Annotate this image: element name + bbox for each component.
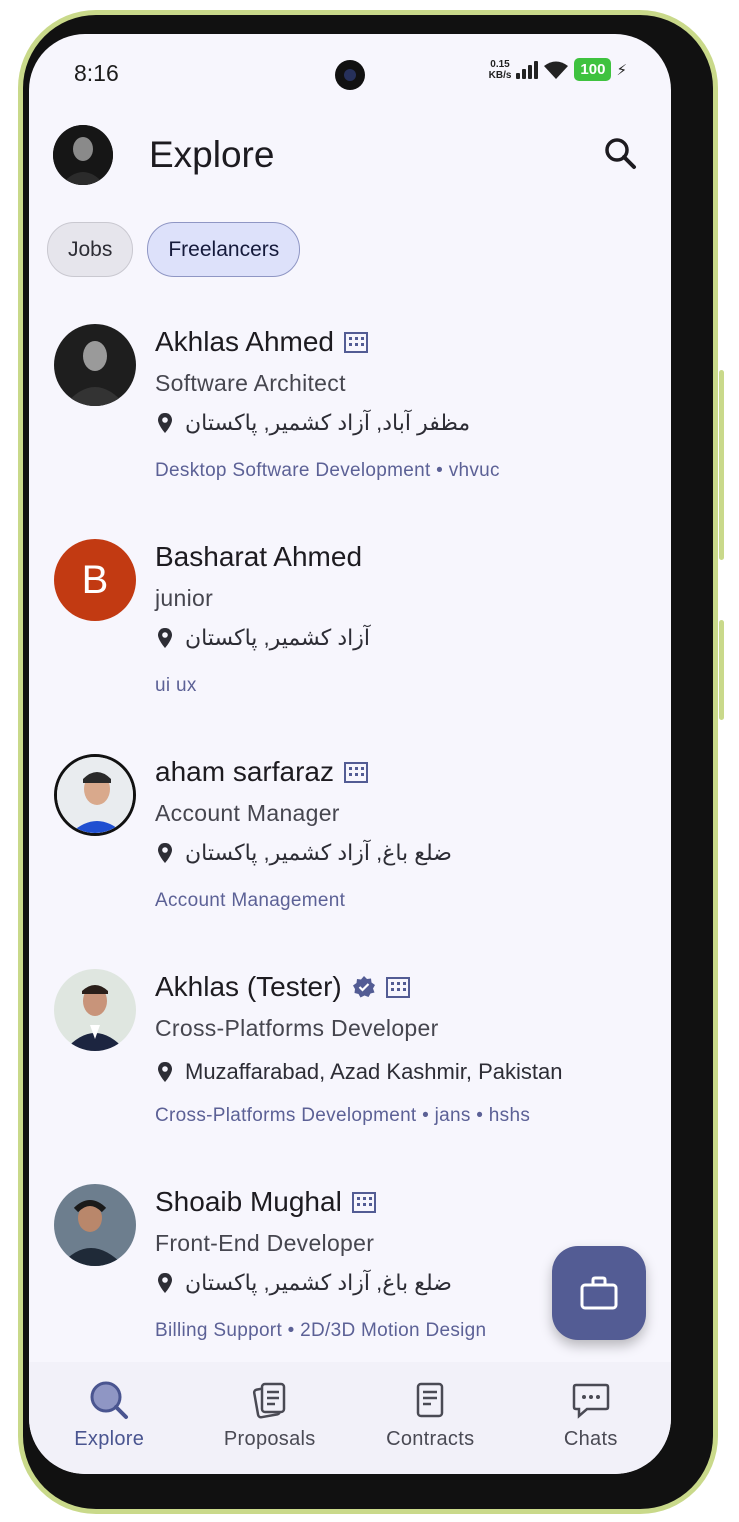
freelancer-name: Shoaib Mughal bbox=[155, 1186, 342, 1217]
list-item[interactable]: aham sarfaraz Account Manager ضلع باغ, آ… bbox=[29, 744, 671, 959]
verified-badge-icon bbox=[352, 976, 375, 998]
freelancer-skills: ui ux bbox=[155, 675, 197, 696]
net-speed-unit: KB/s bbox=[488, 69, 512, 81]
front-camera bbox=[335, 60, 365, 90]
nav-explore[interactable]: Explore bbox=[29, 1362, 190, 1474]
freelancer-skills: Billing Support • 2D/3D Motion Design bbox=[155, 1320, 487, 1341]
avatar: B bbox=[54, 539, 136, 621]
briefcase-icon bbox=[580, 1276, 618, 1310]
freelancer-location: آزاد کشمیر, پاکستان bbox=[185, 625, 371, 650]
name-row: Akhlas (Tester) bbox=[155, 971, 410, 1003]
search-button[interactable] bbox=[601, 134, 641, 174]
building-icon bbox=[351, 1192, 376, 1213]
nav-contracts[interactable]: Contracts bbox=[350, 1362, 511, 1474]
post-job-fab[interactable] bbox=[552, 1246, 646, 1340]
location-pin-icon bbox=[158, 843, 172, 863]
person-photo-icon bbox=[54, 969, 136, 1051]
chip-freelancers[interactable]: Freelancers bbox=[147, 222, 301, 277]
location-row: Muzaffarabad, Azad Kashmir, Pakistan bbox=[157, 1059, 562, 1085]
freelancer-name: Basharat Ahmed bbox=[155, 541, 363, 572]
freelancer-location: مظفر آباد, آزاد کشمیر, پاکستان bbox=[185, 410, 471, 435]
name-row: aham sarfaraz bbox=[155, 756, 368, 788]
freelancer-location: Muzaffarabad, Azad Kashmir, Pakistan bbox=[185, 1059, 563, 1084]
page-title: Explore bbox=[149, 134, 275, 175]
freelancer-location: ضلع باغ, آزاد کشمیر, پاکستان bbox=[185, 840, 452, 865]
nav-contracts-label: Contracts bbox=[386, 1428, 475, 1450]
freelancer-name: Akhlas (Tester) bbox=[155, 971, 342, 1002]
signal-icon bbox=[516, 60, 539, 79]
chip-jobs[interactable]: Jobs bbox=[47, 222, 134, 277]
freelancer-location: ضلع باغ, آزاد کشمیر, پاکستان bbox=[185, 1270, 452, 1295]
avatar bbox=[54, 1184, 136, 1266]
search-icon bbox=[605, 138, 636, 169]
freelancer-role: Software Architect bbox=[155, 370, 346, 396]
avatar bbox=[54, 754, 136, 836]
building-icon bbox=[343, 762, 368, 783]
person-photo-icon bbox=[54, 324, 136, 406]
name-row: Basharat Ahmed bbox=[155, 541, 362, 573]
freelancer-name: aham sarfaraz bbox=[155, 756, 334, 787]
profile-avatar[interactable] bbox=[53, 125, 113, 185]
list-item[interactable]: Akhlas (Tester) Cross-Platforms Develope… bbox=[29, 959, 671, 1174]
freelancer-skills: Account Management bbox=[155, 890, 346, 911]
location-pin-icon bbox=[158, 1273, 172, 1293]
name-row: Akhlas Ahmed bbox=[155, 326, 368, 358]
proposals-icon bbox=[252, 1382, 285, 1419]
profile-photo-icon bbox=[53, 125, 113, 185]
freelancer-list: Akhlas Ahmed Software Architect مظفر آبا… bbox=[29, 314, 671, 1389]
nav-chats-label: Chats bbox=[563, 1428, 618, 1450]
app-screen: 8:16 0.15 KB/s 100 ⚡ Explore Jobs Freela… bbox=[29, 34, 671, 1474]
contracts-icon bbox=[417, 1382, 444, 1418]
charging-icon: ⚡ bbox=[616, 61, 627, 79]
net-speed: 0.15 KB/s bbox=[489, 59, 512, 81]
freelancer-skills: Desktop Software Development • vhvuc bbox=[155, 460, 500, 481]
power-button bbox=[719, 620, 724, 720]
freelancer-role: Front-End Developer bbox=[155, 1230, 375, 1256]
building-icon bbox=[385, 977, 410, 998]
location-row: ضلع باغ, آزاد کشمیر, پاکستان bbox=[157, 1270, 452, 1296]
chat-bubble-icon bbox=[572, 1383, 609, 1419]
explore-search-icon bbox=[90, 1381, 129, 1419]
wifi-icon bbox=[544, 61, 569, 79]
list-item[interactable]: Akhlas Ahmed Software Architect مظفر آبا… bbox=[29, 314, 671, 529]
location-pin-icon bbox=[158, 413, 172, 433]
location-pin-icon bbox=[158, 628, 172, 648]
nav-proposals[interactable]: Proposals bbox=[190, 1362, 351, 1474]
nav-proposals-label: Proposals bbox=[223, 1428, 316, 1450]
freelancer-role: junior bbox=[155, 585, 214, 611]
location-pin-icon bbox=[158, 1062, 172, 1082]
status-icons: 0.15 KB/s 100 ⚡ bbox=[489, 58, 627, 81]
avatar bbox=[54, 969, 136, 1051]
freelancer-role: Account Manager bbox=[155, 800, 340, 826]
location-row: ضلع باغ, آزاد کشمیر, پاکستان bbox=[157, 840, 452, 866]
avatar bbox=[54, 324, 136, 406]
volume-button bbox=[719, 370, 724, 560]
person-photo-icon bbox=[54, 1184, 136, 1266]
status-time: 8:16 bbox=[74, 60, 119, 86]
location-row: مظفر آباد, آزاد کشمیر, پاکستان bbox=[157, 410, 470, 436]
freelancer-role: Cross-Platforms Developer bbox=[155, 1015, 439, 1041]
freelancer-name: Akhlas Ahmed bbox=[155, 326, 334, 357]
location-row: آزاد کشمیر, پاکستان bbox=[157, 625, 370, 651]
avatar-initial: B bbox=[81, 557, 109, 602]
name-row: Shoaib Mughal bbox=[155, 1186, 376, 1218]
net-speed-value: 0.15 bbox=[490, 58, 510, 70]
person-photo-icon bbox=[57, 757, 133, 833]
filter-chips: Jobs Freelancers bbox=[47, 222, 301, 277]
freelancer-skills: Cross-Platforms Development • jans • hsh… bbox=[155, 1105, 531, 1126]
bottom-navigation: Explore Proposals Contracts Chats bbox=[29, 1362, 671, 1474]
battery-icon: 100 bbox=[574, 58, 612, 81]
list-item[interactable]: B Basharat Ahmed junior آزاد کشمیر, پاکس… bbox=[29, 529, 671, 744]
building-icon bbox=[344, 332, 368, 353]
nav-chats[interactable]: Chats bbox=[511, 1362, 672, 1474]
nav-explore-label: Explore bbox=[74, 1428, 145, 1450]
